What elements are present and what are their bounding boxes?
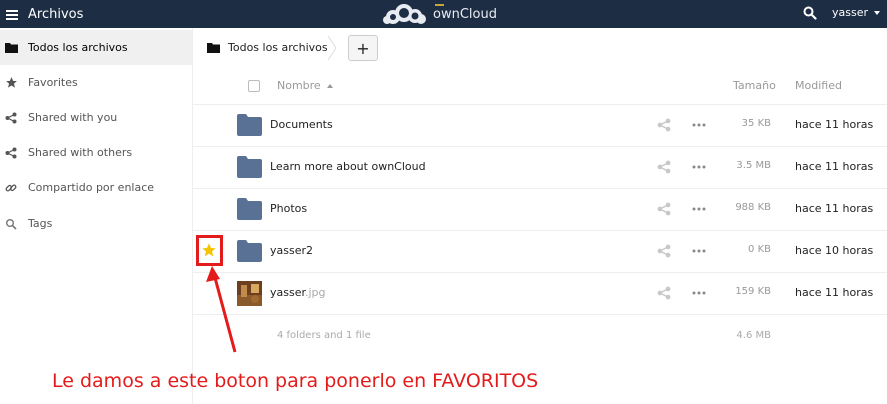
file-basename: Photos — [270, 202, 308, 215]
chevron-down-icon — [874, 11, 881, 15]
file-size: 3.5 MB — [736, 160, 771, 171]
logo-text: ownCloud — [433, 3, 497, 22]
breadcrumb-home[interactable]: Todos los archivos — [207, 41, 328, 54]
new-file-button[interactable]: + — [348, 35, 378, 61]
file-size: 0 KB — [748, 244, 771, 255]
annotation-arrow — [206, 266, 237, 353]
sidebar-item-label: Favorites — [28, 76, 78, 89]
file-name[interactable]: Photos — [270, 202, 307, 215]
sidebar-item-favorites[interactable]: Favorites — [0, 65, 192, 100]
share-icon[interactable] — [657, 244, 671, 258]
owncloud-logo[interactable]: ownCloud — [383, 3, 497, 25]
top-header: Archivos ownCloud yasser — [0, 0, 887, 28]
table-row[interactable]: Learn more about ownCloud 3.5 MB hace 11… — [193, 147, 887, 189]
select-all-checkbox[interactable] — [248, 80, 260, 92]
file-modified: hace 11 horas — [795, 118, 874, 131]
file-modified: hace 11 horas — [795, 160, 874, 173]
sidebar-item-all-files[interactable]: Todos los archivos — [0, 30, 192, 65]
file-list-header: Nombre Tamaño Modified — [193, 68, 887, 105]
folder-icon — [237, 114, 262, 136]
file-basename: yasser — [270, 286, 305, 299]
file-modified: hace 10 horas — [795, 244, 874, 257]
app-menu-button[interactable]: Archivos — [6, 6, 83, 22]
sort-by-name[interactable]: Nombre — [277, 79, 333, 92]
file-name[interactable]: Learn more about ownCloud — [270, 160, 426, 173]
annotation-text: Le damos a este boton para ponerlo en FA… — [52, 370, 539, 392]
app-navigation: Todos los archivos Favorites Shared with… — [0, 28, 193, 404]
folder-icon — [237, 156, 262, 178]
more-options-icon[interactable] — [691, 118, 707, 132]
cloud-logo-icon — [383, 4, 426, 24]
sort-by-modified[interactable]: Modified — [795, 79, 842, 92]
breadcrumb-separator — [327, 36, 337, 60]
user-name: yasser — [832, 6, 869, 19]
file-size: 988 KB — [735, 202, 771, 213]
column-name-label: Nombre — [277, 79, 321, 92]
table-row[interactable]: yasser2 0 KB hace 10 horas — [193, 231, 887, 273]
table-row[interactable]: Photos 988 KB hace 11 horas — [193, 189, 887, 231]
more-options-icon[interactable] — [691, 160, 707, 174]
file-name[interactable]: Documents — [270, 118, 333, 131]
table-row[interactable]: yasser.jpg 159 KB hace 11 horas — [193, 273, 887, 315]
breadcrumb: Todos los archivos + — [193, 28, 887, 68]
sort-by-size[interactable]: Tamaño — [733, 79, 776, 92]
file-basename: Learn more about ownCloud — [270, 160, 426, 173]
sidebar-item-label: Tags — [28, 217, 53, 230]
file-modified: hace 11 horas — [795, 286, 874, 299]
tag-icon — [4, 217, 18, 231]
file-name[interactable]: yasser2 — [270, 244, 313, 257]
share-icon[interactable] — [657, 202, 671, 216]
app-title: Archivos — [28, 6, 84, 22]
share-icon — [4, 146, 18, 160]
sidebar-item-label: Compartido por enlace — [28, 181, 155, 194]
file-basename: yasser2 — [270, 244, 314, 257]
more-options-icon[interactable] — [691, 244, 707, 258]
share-icon — [4, 111, 18, 125]
star-icon — [4, 76, 18, 90]
file-list: Nombre Tamaño Modified Documents 35 KB h… — [193, 68, 887, 404]
sidebar-item-tags[interactable]: Tags — [0, 206, 192, 241]
summary-count: 4 folders and 1 file — [277, 330, 371, 341]
file-basename: Documents — [270, 118, 333, 131]
sidebar-item-label: Todos los archivos — [28, 41, 128, 54]
sort-ascending-icon — [326, 83, 333, 88]
sidebar-item-label: Shared with others — [28, 146, 133, 159]
folder-icon — [237, 198, 262, 220]
file-size: 35 KB — [741, 118, 771, 129]
sidebar-item-shared-with-others[interactable]: Shared with others — [0, 135, 192, 170]
file-modified: hace 11 horas — [795, 202, 874, 215]
folder-icon — [237, 240, 262, 262]
summary-total-size: 4.6 MB — [736, 330, 771, 341]
user-menu[interactable]: yasser — [832, 6, 881, 19]
file-list-summary: 4 folders and 1 file 4.6 MB — [193, 324, 887, 348]
share-icon[interactable] — [657, 118, 671, 132]
sidebar-item-shared-with-you[interactable]: Shared with you — [0, 100, 192, 135]
more-options-icon[interactable] — [691, 202, 707, 216]
search-icon[interactable] — [803, 6, 817, 20]
share-icon[interactable] — [657, 160, 671, 174]
file-size: 159 KB — [735, 286, 771, 297]
share-icon[interactable] — [657, 286, 671, 300]
table-row[interactable]: Documents 35 KB hace 11 horas — [193, 105, 887, 147]
sidebar-item-label: Shared with you — [28, 111, 118, 124]
file-extension: .jpg — [305, 286, 326, 299]
hamburger-icon — [6, 9, 18, 20]
folder-icon — [207, 43, 220, 53]
file-name[interactable]: yasser.jpg — [270, 286, 326, 299]
sidebar-item-shared-by-link[interactable]: Compartido por enlace — [0, 170, 192, 205]
folder-icon — [4, 41, 18, 55]
breadcrumb-label: Todos los archivos — [228, 41, 328, 54]
more-options-icon[interactable] — [691, 286, 707, 300]
link-icon — [4, 181, 18, 195]
